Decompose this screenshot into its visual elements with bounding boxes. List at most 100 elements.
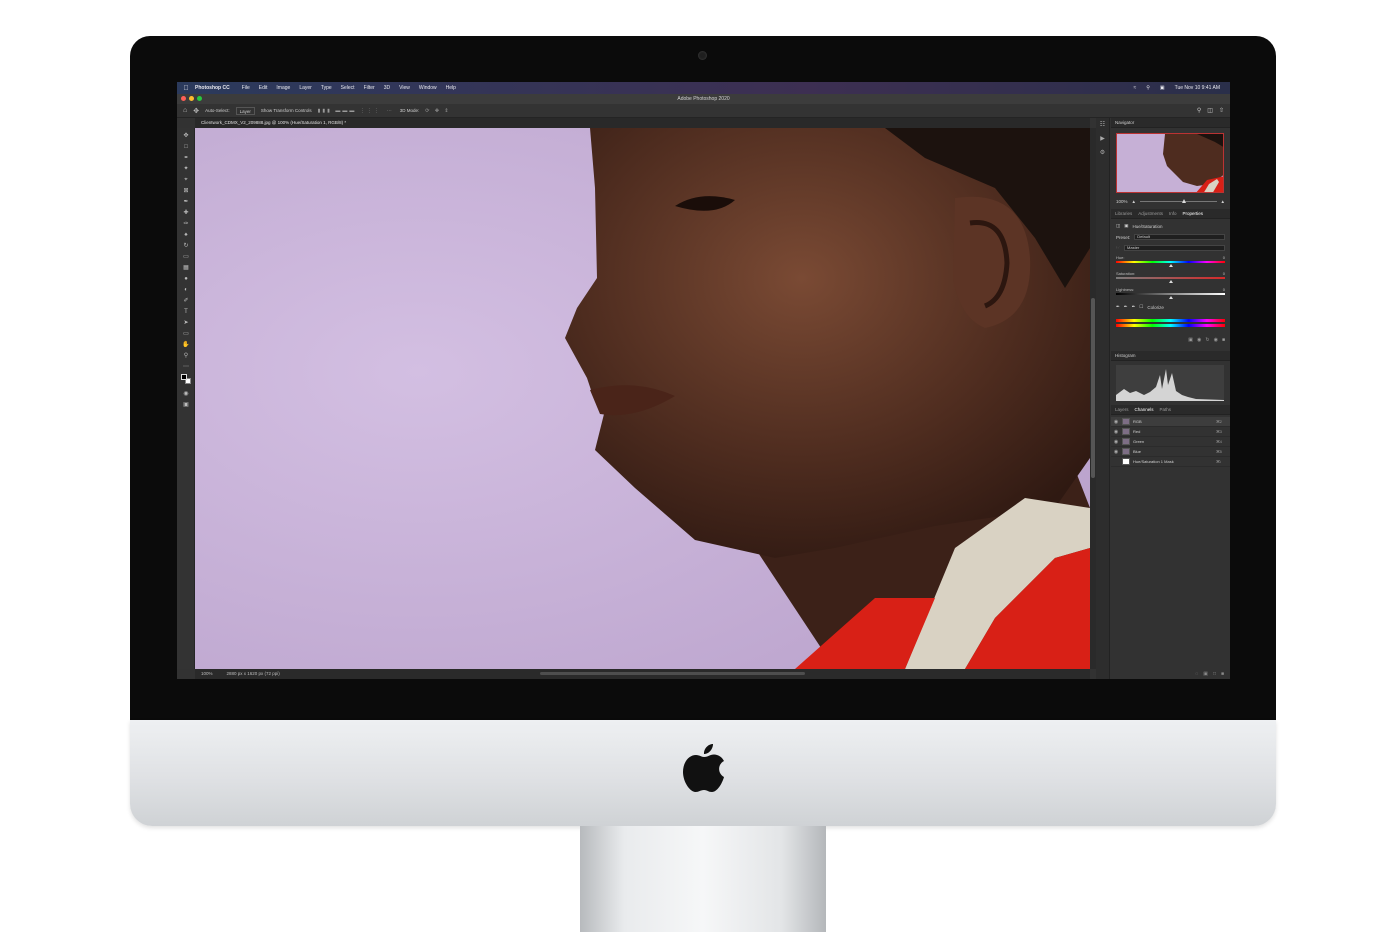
menu-layer[interactable]: Layer <box>299 85 312 91</box>
eye-icon[interactable]: ◉ <box>1113 419 1119 425</box>
eyedropper-tool-icon[interactable]: ✒ <box>181 198 191 206</box>
colorize-checkbox[interactable]: ☐ <box>1139 304 1143 310</box>
eyedropper-icon[interactable]: ✒ <box>1116 304 1120 310</box>
home-icon[interactable]: ⌂ <box>183 107 187 114</box>
move-tool-icon[interactable]: ✥ <box>193 107 199 115</box>
healing-brush-tool-icon[interactable]: ✚ <box>181 209 191 217</box>
frame-tool-icon[interactable]: ⊠ <box>181 187 191 195</box>
auto-select-dropdown[interactable]: Layer <box>235 106 255 115</box>
delete-channel-icon[interactable]: ■ <box>1221 669 1224 679</box>
search-icon[interactable]: ⚲ <box>1146 85 1150 91</box>
gradient-tool-icon[interactable]: ▦ <box>181 264 191 272</box>
lightness-slider-knob[interactable] <box>1116 296 1225 300</box>
hue-slider-knob[interactable] <box>1116 264 1225 268</box>
screen-mode-icon[interactable]: ▣ <box>181 401 191 409</box>
visibility-icon[interactable]: ◉ <box>1214 337 1218 345</box>
eyedropper-subtract-icon[interactable]: ✒ <box>1132 304 1136 310</box>
scrollbar-thumb[interactable] <box>1091 298 1095 478</box>
channel-row-mask[interactable]: Hue/Saturation 1 Mask ⌘\ <box>1111 457 1230 467</box>
history-brush-tool-icon[interactable]: ↻ <box>181 242 191 250</box>
workspace-icon[interactable]: ◫ <box>1207 107 1213 114</box>
eye-icon[interactable]: ◉ <box>1113 429 1119 435</box>
menu-filter[interactable]: Filter <box>364 85 375 91</box>
colorize-label[interactable]: Colorize <box>1147 305 1164 310</box>
foreground-color-swatch[interactable] <box>181 374 187 380</box>
channel-row-blue[interactable]: ◉ Blue ⌘5 <box>1111 447 1230 457</box>
path-selection-tool-icon[interactable]: ➤ <box>181 319 191 327</box>
type-tool-icon[interactable]: T <box>181 308 191 316</box>
clip-to-layer-icon[interactable]: ▣ <box>1188 337 1193 345</box>
control-center-icon[interactable]: ▣ <box>1160 85 1165 91</box>
menu-select[interactable]: Select <box>341 85 355 91</box>
trash-icon[interactable]: ■ <box>1222 337 1225 345</box>
menu-file[interactable]: File <box>242 85 250 91</box>
lightness-value[interactable]: 0 <box>1223 287 1225 292</box>
document-canvas[interactable] <box>195 128 1090 669</box>
zoom-level[interactable]: 100% <box>201 669 213 679</box>
lightness-slider-track[interactable] <box>1116 293 1225 295</box>
more-tools-icon[interactable]: ⋯ <box>181 363 191 371</box>
saturation-slider-knob[interactable] <box>1116 280 1225 284</box>
align-buttons-icon[interactable]: ▮▮▮ ▬▬▬ ⋮⋮⋮ <box>318 108 381 114</box>
properties-panel-icon[interactable]: ⚙ <box>1096 146 1109 160</box>
history-panel-icon[interactable]: ☷ <box>1096 118 1109 132</box>
navigator-panel-title[interactable]: Navigator <box>1111 118 1230 128</box>
tab-info[interactable]: Info <box>1169 209 1177 218</box>
actions-panel-icon[interactable]: ▶ <box>1096 132 1109 146</box>
navigator-zoom-slider[interactable] <box>1139 198 1217 203</box>
move-tool-icon[interactable]: ✥ <box>181 132 191 140</box>
magic-wand-tool-icon[interactable]: ✦ <box>181 165 191 173</box>
saturation-value[interactable]: 0 <box>1223 271 1225 276</box>
new-channel-icon[interactable]: □ <box>1213 669 1216 679</box>
brush-tool-icon[interactable]: ✑ <box>181 220 191 228</box>
blur-tool-icon[interactable]: ● <box>181 275 191 283</box>
menu-app-name[interactable]: Photoshop CC <box>195 85 230 91</box>
channel-dropdown[interactable]: Master <box>1124 245 1225 251</box>
saturation-slider-track[interactable] <box>1116 277 1225 279</box>
clone-stamp-tool-icon[interactable]: ♠ <box>181 231 191 239</box>
eraser-tool-icon[interactable]: ▭ <box>181 253 191 261</box>
more-options-icon[interactable]: ⋯ <box>387 108 394 114</box>
clock[interactable]: Tue Nov 10 9:41 AM <box>1175 85 1220 91</box>
horizontal-scrollbar[interactable] <box>540 672 805 675</box>
crop-tool-icon[interactable]: ⌖ <box>181 176 191 184</box>
3d-tools-icon[interactable]: ⟳ ✥ ⇕ <box>425 108 450 114</box>
dodge-tool-icon[interactable]: ◐ <box>181 286 191 294</box>
share-icon[interactable]: ⇧ <box>1219 107 1224 114</box>
channel-row-green[interactable]: ◉ Green ⌘4 <box>1111 437 1230 447</box>
document-tab[interactable]: Clientwork_CDMX_V2_209888.jpg @ 100% (Hu… <box>195 118 1090 128</box>
auto-select-checkbox-label[interactable]: Auto-Select: <box>205 108 230 113</box>
eyedropper-add-icon[interactable]: ✒ <box>1124 304 1128 310</box>
tab-adjustments[interactable]: Adjustments <box>1138 209 1163 218</box>
channel-row-red[interactable]: ◉ Red ⌘3 <box>1111 427 1230 437</box>
load-selection-icon[interactable]: ◌ <box>1195 669 1198 679</box>
eye-icon[interactable]: ◉ <box>1113 449 1119 455</box>
shape-tool-icon[interactable]: ▭ <box>181 330 191 338</box>
zoom-in-icon[interactable]: ▲ <box>1221 199 1225 204</box>
zoom-out-icon[interactable]: ▲ <box>1132 199 1136 204</box>
tab-properties[interactable]: Properties <box>1183 209 1204 218</box>
hue-value[interactable]: 0 <box>1223 255 1225 260</box>
mask-icon[interactable]: ▣ <box>1124 223 1128 229</box>
menu-view[interactable]: View <box>399 85 410 91</box>
search-icon[interactable]: ⚲ <box>1197 107 1201 114</box>
menu-help[interactable]: Help <box>446 85 456 91</box>
menu-image[interactable]: Image <box>276 85 290 91</box>
tab-paths[interactable]: Paths <box>1160 405 1172 414</box>
tab-channels[interactable]: Channels <box>1135 405 1154 414</box>
pen-tool-icon[interactable]: ✐ <box>181 297 191 305</box>
preset-dropdown[interactable]: Default <box>1134 234 1225 240</box>
menu-window[interactable]: Window <box>419 85 437 91</box>
tab-libraries[interactable]: Libraries <box>1115 209 1132 218</box>
lasso-tool-icon[interactable]: ⚭ <box>181 154 191 162</box>
eye-icon[interactable]: ◉ <box>1113 439 1119 445</box>
hue-slider-track[interactable] <box>1116 261 1225 263</box>
marquee-tool-icon[interactable]: □ <box>181 143 191 151</box>
navigator-preview[interactable] <box>1116 133 1224 193</box>
menu-type[interactable]: Type <box>321 85 332 91</box>
quick-mask-icon[interactable]: ◉ <box>181 390 191 398</box>
save-selection-icon[interactable]: ▣ <box>1203 669 1208 679</box>
apple-menu-icon[interactable]:  <box>177 85 195 92</box>
tab-layers[interactable]: Layers <box>1115 405 1129 414</box>
channel-row-rgb[interactable]: ◉ RGB ⌘2 <box>1111 417 1230 427</box>
